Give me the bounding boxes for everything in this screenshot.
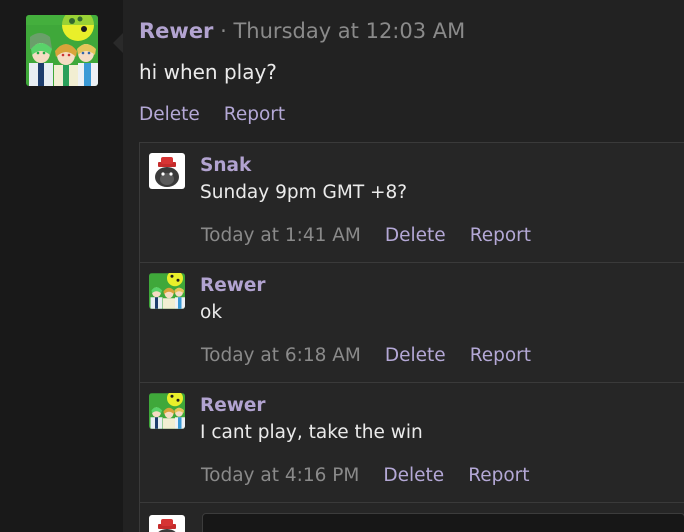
anime-group-avatar-icon <box>26 15 98 86</box>
reply-username[interactable]: Snak <box>200 155 251 176</box>
reply-delete-link[interactable]: Delete <box>383 465 444 486</box>
reply-timestamp[interactable]: Today at 1:41 AM <box>201 225 361 246</box>
reply-avatar[interactable] <box>149 273 185 309</box>
reply-message: ok <box>200 302 223 323</box>
reply-avatar[interactable] <box>149 393 185 429</box>
avatar[interactable] <box>26 15 98 86</box>
reply-report-link[interactable]: Report <box>468 465 529 486</box>
post-header: Rewer · Thursday at 12:03 AM <box>139 19 465 43</box>
post-report-link[interactable]: Report <box>224 104 285 125</box>
penguin-red-hat-icon <box>149 515 185 532</box>
reply-meta: Today at 4:16 PM Delete Report <box>201 465 530 486</box>
post-delete-link[interactable]: Delete <box>139 104 200 125</box>
reply-meta: Today at 6:18 AM Delete Report <box>201 345 531 366</box>
reply-delete-link[interactable]: Delete <box>385 345 446 366</box>
reply-meta: Today at 1:41 AM Delete Report <box>201 225 531 246</box>
reply-timestamp[interactable]: Today at 4:16 PM <box>201 465 359 486</box>
reply-username[interactable]: Rewer <box>200 395 266 416</box>
reply-timestamp[interactable]: Today at 6:18 AM <box>201 345 361 366</box>
reply-message: I cant play, take the win <box>200 422 423 443</box>
reply-input[interactable] <box>202 513 684 532</box>
reply-item: Rewer I cant play, take the win Today at… <box>140 383 684 503</box>
post-message: hi when play? <box>139 60 277 84</box>
reply-username[interactable]: Rewer <box>200 275 266 296</box>
reply-item: Rewer ok Today at 6:18 AM Delete Report <box>140 263 684 383</box>
post-timestamp[interactable]: Thursday at 12:03 AM <box>233 19 465 43</box>
reply-item: Snak Sunday 9pm GMT +8? Today at 1:41 AM… <box>140 143 684 263</box>
post-actions: Delete Report <box>139 104 285 125</box>
reply-delete-link[interactable]: Delete <box>385 225 446 246</box>
reply-report-link[interactable]: Report <box>470 345 531 366</box>
reply-report-link[interactable]: Report <box>470 225 531 246</box>
anime-group-avatar-icon <box>149 273 185 309</box>
replies-list: Snak Sunday 9pm GMT +8? Today at 1:41 AM… <box>139 142 684 532</box>
reply-message: Sunday 9pm GMT +8? <box>200 182 408 203</box>
composer-avatar <box>149 515 185 532</box>
post-separator: · <box>220 19 227 43</box>
penguin-red-hat-icon <box>149 153 185 189</box>
anime-group-avatar-icon <box>149 393 185 429</box>
bubble-arrow <box>113 33 123 53</box>
reply-composer <box>140 503 684 532</box>
post-username[interactable]: Rewer <box>139 19 213 43</box>
reply-avatar[interactable] <box>149 153 185 189</box>
